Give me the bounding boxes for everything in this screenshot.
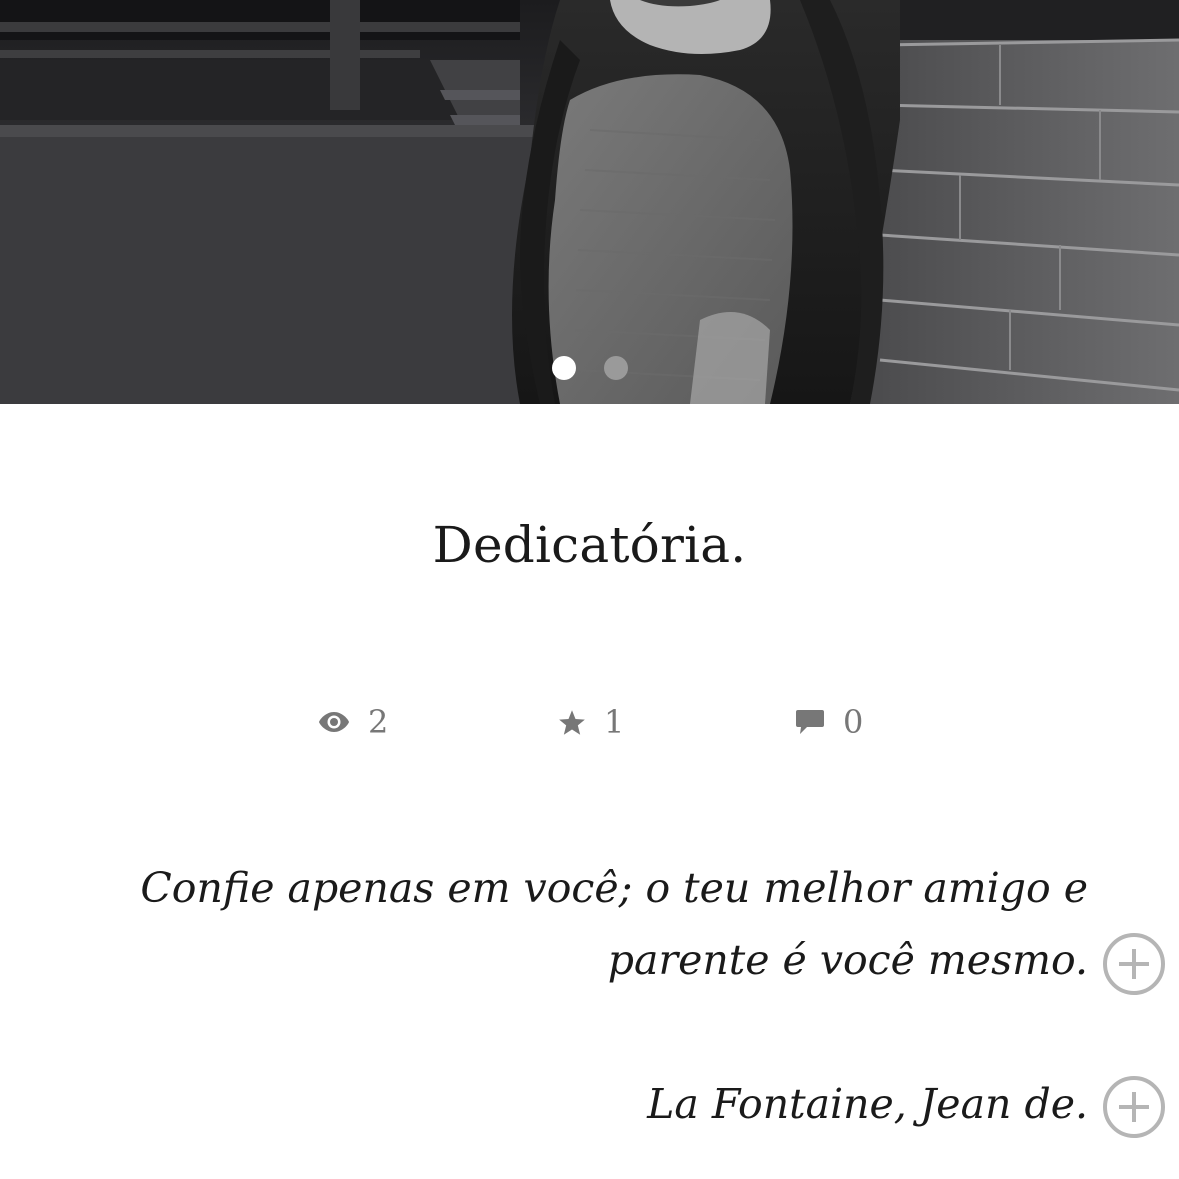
story-stats: 2 1 0 xyxy=(0,703,1179,743)
views-count: 2 xyxy=(368,703,389,741)
carousel-dot-2[interactable] xyxy=(604,356,628,380)
story-paragraph-quote: Confie apenas em você; o teu melhor amig… xyxy=(140,864,1088,984)
story-paragraph-author: La Fontaine, Jean de. xyxy=(647,1080,1088,1128)
story-title: Dedicatória. xyxy=(432,516,747,574)
carousel-indicators xyxy=(0,356,1179,380)
add-inline-comment-button[interactable] xyxy=(1103,933,1165,995)
cover-photo xyxy=(0,0,1179,404)
comments-stat: 0 xyxy=(795,703,863,741)
eye-icon xyxy=(319,712,349,732)
votes-count: 1 xyxy=(604,703,625,741)
add-inline-comment-button[interactable] xyxy=(1103,1076,1165,1138)
votes-stat: 1 xyxy=(558,703,624,741)
cover-image xyxy=(0,0,1179,404)
comment-icon xyxy=(796,710,824,734)
carousel-dot-1[interactable] xyxy=(552,356,576,380)
comments-count: 0 xyxy=(843,703,864,741)
views-stat: 2 xyxy=(318,703,388,741)
star-icon xyxy=(559,709,585,735)
